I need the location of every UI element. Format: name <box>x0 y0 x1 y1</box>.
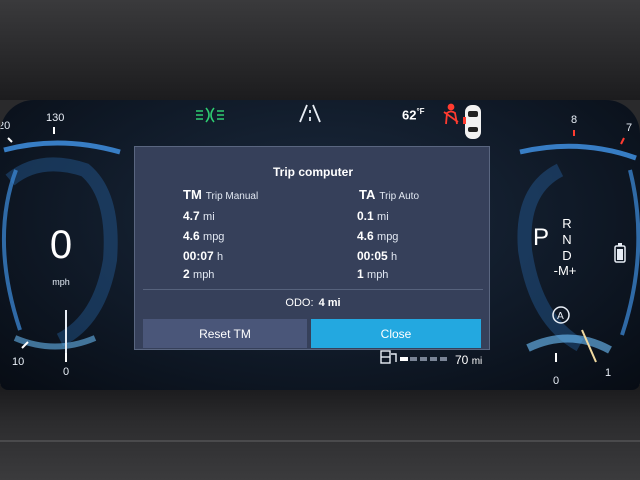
auto-time-unit: h <box>391 251 398 263</box>
close-button[interactable]: Close <box>311 319 481 348</box>
range-readout: 70 mi <box>455 353 482 367</box>
dialog-title: Trip computer <box>272 165 353 179</box>
manual-avg-speed-unit: mph <box>193 269 215 281</box>
dashboard-seam <box>0 440 640 442</box>
auto-economy: 4.6 mpg <box>357 229 398 243</box>
gear-options: R N D <box>556 216 578 264</box>
trip-auto-header: TA Trip Auto <box>359 187 419 202</box>
manual-time-value: 00:07 <box>183 249 214 263</box>
odometer-readout: ODO: 4 mi <box>135 297 491 309</box>
odometer-label: ODO: <box>285 297 314 309</box>
manual-economy-value: 4.6 <box>183 229 200 243</box>
auto-avg-speed: 1 mph <box>357 267 388 281</box>
temperature-value: 62 <box>402 107 417 123</box>
car-top-icon <box>463 105 481 139</box>
dashboard-bottom-trim <box>0 385 640 480</box>
manual-distance-unit: mi <box>203 211 215 223</box>
odometer-value: 4 mi <box>318 297 341 309</box>
range-bar-fill <box>400 357 408 361</box>
auto-distance: 0.1 mi <box>357 209 389 223</box>
battery-icon <box>614 243 626 263</box>
range-bar-track <box>400 357 450 361</box>
manual-economy-unit: mpg <box>203 231 225 243</box>
reset-tm-button[interactable]: Reset TM <box>143 319 307 348</box>
gear-option-r: R <box>562 216 572 231</box>
auto-distance-value: 0.1 <box>357 209 374 223</box>
auto-avg-speed-unit: mph <box>367 269 389 281</box>
tachometer-label-0: 0 <box>553 375 560 387</box>
auto-time: 00:05 h <box>357 249 397 263</box>
speedometer-tick-20 <box>7 137 13 143</box>
auto-avg-speed-value: 1 <box>357 267 364 281</box>
outside-temperature: 62°F <box>402 107 425 122</box>
manual-avg-speed-value: 2 <box>183 267 190 281</box>
auto-economy-value: 4.6 <box>357 229 374 243</box>
manual-mode-indicator: -M+ <box>553 263 577 278</box>
current-gear: P <box>533 224 550 251</box>
speedometer-label-0: 0 <box>63 366 70 378</box>
speedometer-label-10: 10 <box>12 356 25 368</box>
svg-text:A: A <box>557 311 564 322</box>
tachometer-label-7: 7 <box>626 122 633 134</box>
trip-manual-label: Trip Manual <box>205 191 259 202</box>
manual-distance: 4.7 mi <box>183 209 215 223</box>
headlights-icon <box>196 107 224 123</box>
trip-manual-header: TM Trip Manual <box>183 187 258 202</box>
speed-value: 0 <box>49 223 73 267</box>
auto-time-value: 00:05 <box>357 249 388 263</box>
speedometer-label-20: 20 <box>0 120 11 132</box>
manual-avg-speed: 2 mph <box>183 267 214 281</box>
manual-time-unit: h <box>217 251 224 263</box>
manual-economy: 4.6 mpg <box>183 229 224 243</box>
gear-option-n: N <box>562 232 572 247</box>
dashboard-top-trim <box>0 0 640 100</box>
auto-economy-unit: mpg <box>377 231 399 243</box>
lane-assist-icon <box>299 104 321 123</box>
gear-option-d: D <box>562 248 572 263</box>
tachometer-label-1: 1 <box>605 367 612 379</box>
speedometer-label-130: 130 <box>46 112 65 124</box>
auto-distance-unit: mi <box>377 211 389 223</box>
trip-auto-abbr: TA <box>359 187 376 202</box>
range-value: 70 <box>455 353 469 367</box>
trip-computer-dialog: Trip computer TM Trip Manual TA Trip Auto … <box>134 146 490 350</box>
seatbelt-warning-icon <box>443 103 459 125</box>
range-unit: mi <box>471 356 483 367</box>
speedometer-side-arc <box>1 169 22 331</box>
range-bar <box>400 357 450 361</box>
speed-unit: mph <box>52 277 70 287</box>
instrument-cluster-screen: A 20 130 10 0 8 7 0 1 0 mph P R N D -M+ … <box>0 100 640 390</box>
manual-time: 00:07 h <box>183 249 223 263</box>
charge-plug-icon <box>380 350 397 364</box>
manual-distance-value: 4.7 <box>183 209 200 223</box>
tachometer-label-8: 8 <box>571 114 578 126</box>
trip-manual-abbr: TM <box>183 187 202 202</box>
trip-auto-label: Trip Auto <box>379 191 420 202</box>
tachometer-redline-tick-7 <box>620 137 625 145</box>
temperature-unit: °F <box>416 107 425 116</box>
speedometer-outer-arc <box>3 140 121 155</box>
tachometer-outer-arc <box>519 143 637 161</box>
dialog-divider <box>143 289 483 290</box>
